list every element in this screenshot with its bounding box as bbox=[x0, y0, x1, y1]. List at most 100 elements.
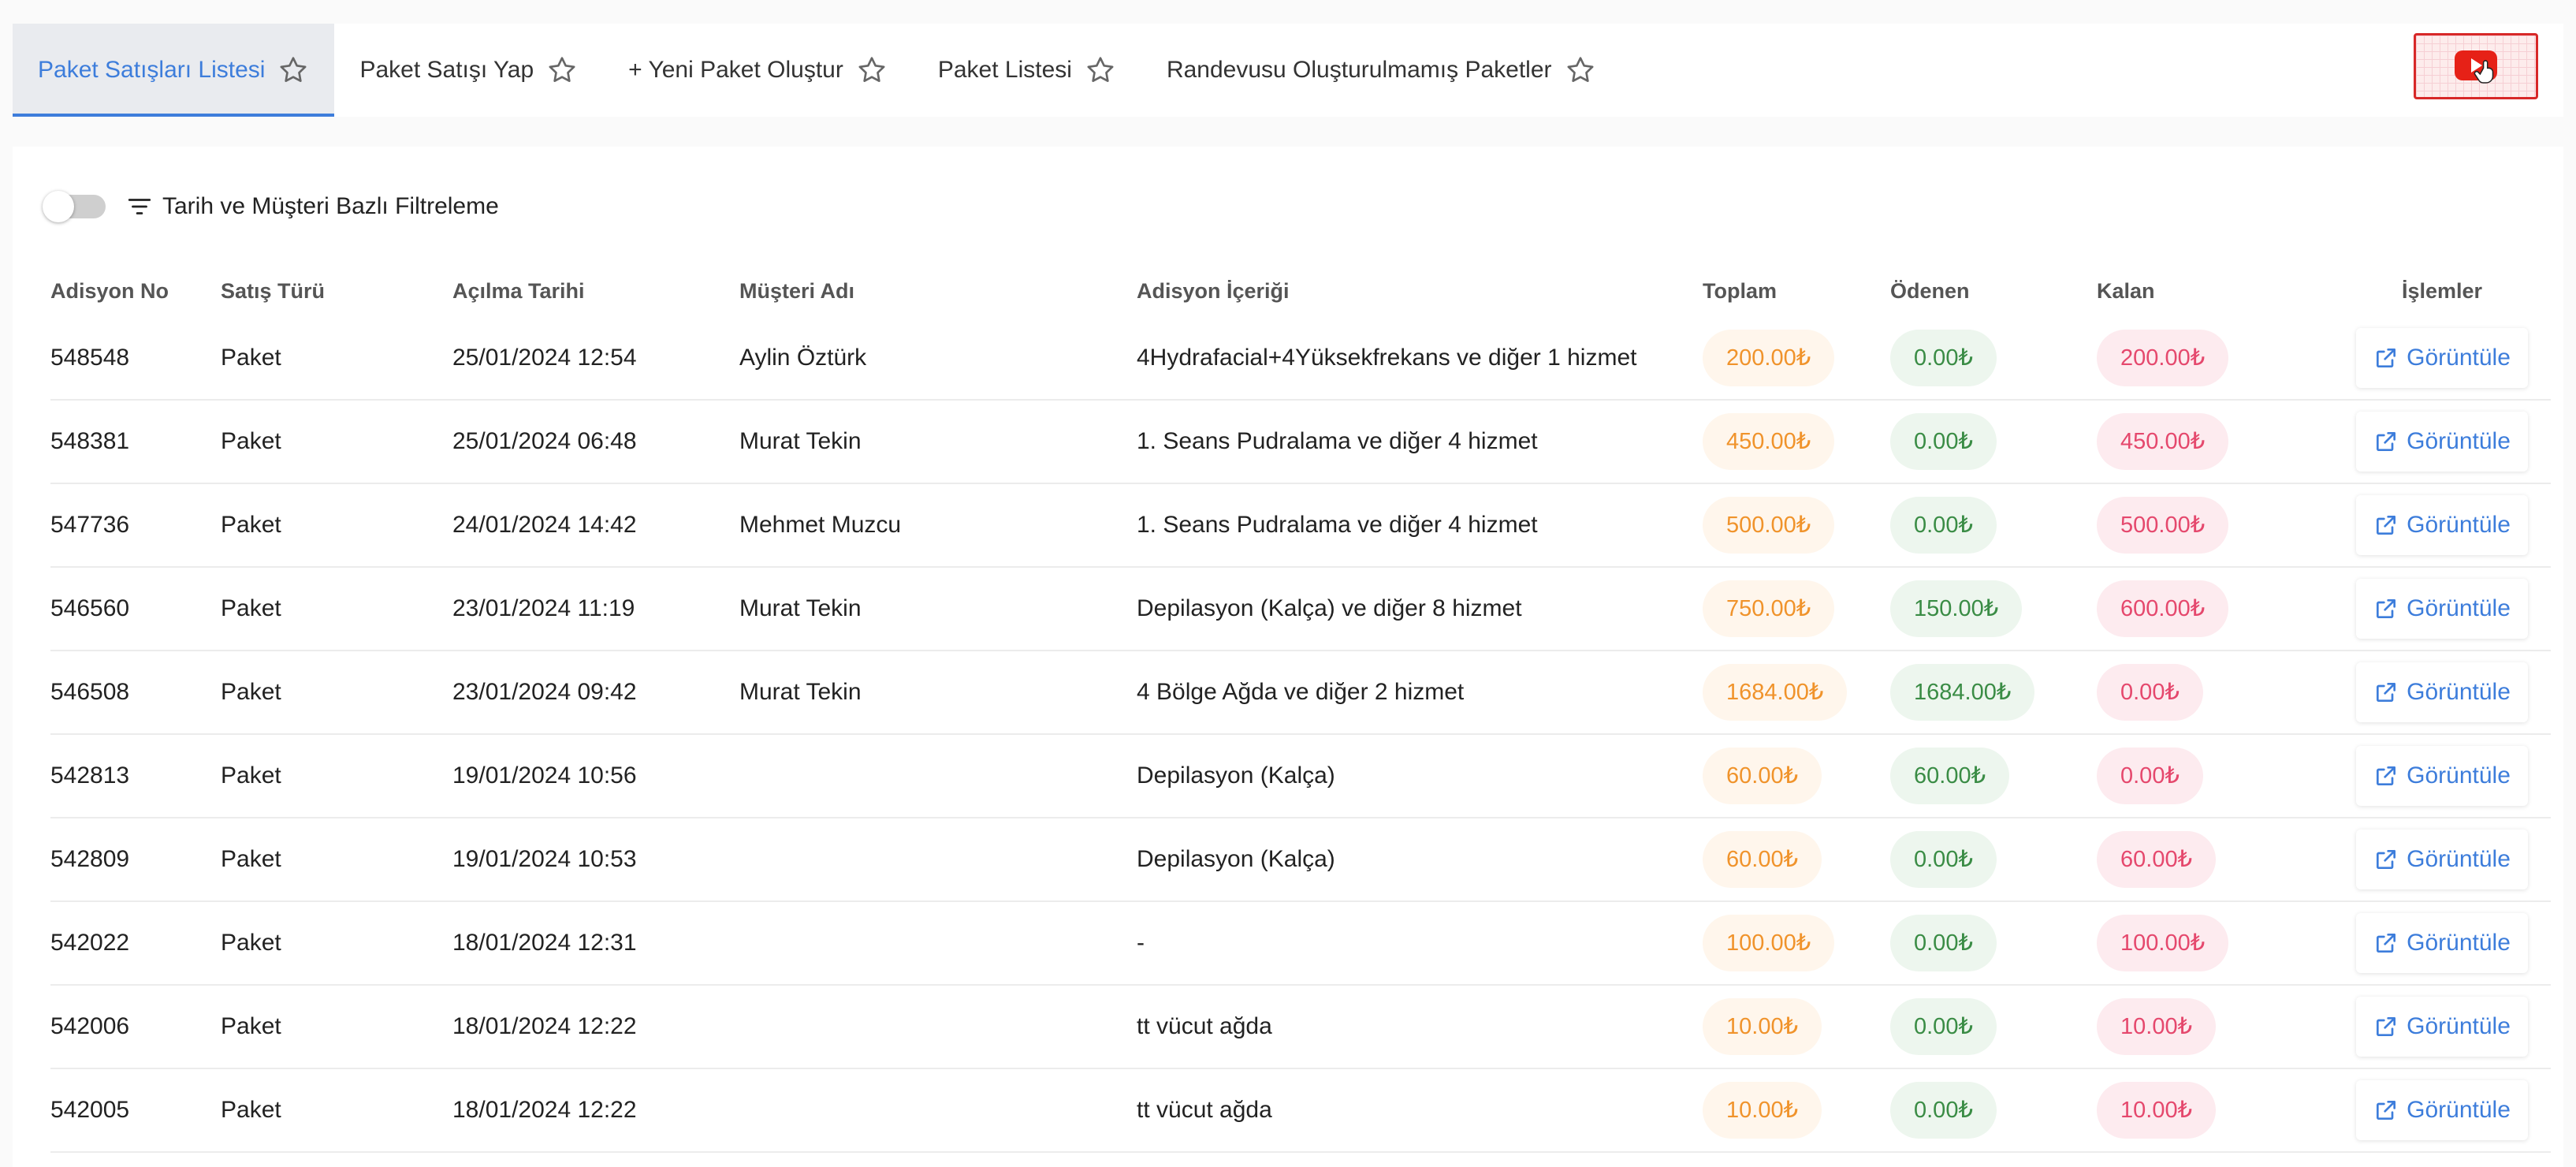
external-link-icon bbox=[2377, 766, 2396, 785]
cell-toplam: 750.00₺ bbox=[1703, 580, 1890, 637]
cell-acilma-tarihi: 25/01/2024 06:48 bbox=[452, 428, 637, 454]
star-icon[interactable] bbox=[856, 54, 888, 86]
tab-label: Paket Satışları Listesi bbox=[38, 57, 266, 83]
cell-kalan: 60.00₺ bbox=[2097, 831, 2333, 888]
cell-adisyon-no: 547736 bbox=[50, 512, 130, 538]
cell-adisyon-icerigi: tt vücut ağda bbox=[1137, 1013, 1272, 1039]
video-help-button[interactable] bbox=[2414, 33, 2538, 99]
total-badge: 60.00₺ bbox=[1703, 831, 1822, 888]
table-header: Adisyon No Satış Türü Açılma Tarihi Müşt… bbox=[50, 265, 2551, 317]
view-button[interactable]: Görüntüle bbox=[2356, 746, 2528, 806]
remaining-badge: 0.00₺ bbox=[2097, 748, 2203, 804]
tab-paket-satislari-listesi[interactable]: Paket Satışları Listesi bbox=[13, 24, 335, 117]
star-icon[interactable] bbox=[1085, 54, 1116, 86]
filter-toggle[interactable] bbox=[43, 191, 106, 222]
remaining-badge: 200.00₺ bbox=[2097, 330, 2229, 386]
header-islemler: İşlemler bbox=[2401, 278, 2483, 303]
star-icon[interactable] bbox=[277, 54, 309, 86]
tab-paket-listesi[interactable]: Paket Listesi bbox=[913, 24, 1141, 117]
cell-satis-turu: Paket bbox=[221, 595, 281, 621]
table-row[interactable]: 548548 Paket 25/01/2024 12:54 Aylin Öztü… bbox=[50, 317, 2551, 401]
star-icon[interactable] bbox=[1565, 54, 1596, 86]
paid-badge: 0.00₺ bbox=[1890, 998, 1997, 1055]
filter-icon bbox=[128, 199, 151, 214]
view-button[interactable]: Görüntüle bbox=[2356, 997, 2528, 1057]
view-button-label: Görüntüle bbox=[2407, 512, 2511, 538]
header-musteri-adi: Müşteri Adı bbox=[739, 278, 855, 303]
view-button[interactable]: Görüntüle bbox=[2356, 662, 2528, 722]
view-button[interactable]: Görüntüle bbox=[2356, 328, 2528, 388]
cell-acilma-tarihi: 18/01/2024 12:31 bbox=[452, 930, 637, 956]
cell-satis-turu: Paket bbox=[221, 1097, 281, 1123]
cell-toplam: 500.00₺ bbox=[1703, 497, 1890, 554]
cell-islemler: Görüntüle bbox=[2333, 913, 2551, 973]
filter-label: Tarih ve Müşteri Bazlı Filtreleme bbox=[162, 193, 499, 219]
view-button[interactable]: Görüntüle bbox=[2356, 412, 2528, 472]
paid-badge: 0.00₺ bbox=[1890, 1082, 1997, 1139]
table-row[interactable]: 546508 Paket 23/01/2024 09:42 Murat Teki… bbox=[50, 651, 2551, 735]
cell-islemler: Görüntüle bbox=[2333, 830, 2551, 889]
cell-kalan: 500.00₺ bbox=[2097, 497, 2333, 554]
cell-islemler: Görüntüle bbox=[2333, 412, 2551, 472]
table-row[interactable]: 547736 Paket 24/01/2024 14:42 Mehmet Muz… bbox=[50, 484, 2551, 568]
cell-kalan: 0.00₺ bbox=[2097, 664, 2333, 721]
cell-acilma-tarihi: 23/01/2024 09:42 bbox=[452, 679, 637, 705]
total-badge: 10.00₺ bbox=[1703, 1082, 1822, 1139]
cell-kalan: 0.00₺ bbox=[2097, 748, 2333, 804]
cell-odenen: 0.00₺ bbox=[1890, 497, 2097, 554]
header-odenen: Ödenen bbox=[1890, 278, 1970, 303]
view-button[interactable]: Görüntüle bbox=[2356, 579, 2528, 639]
tab-yeni-paket-olustur[interactable]: + Yeni Paket Oluştur bbox=[603, 24, 913, 117]
view-button[interactable]: Görüntüle bbox=[2356, 830, 2528, 889]
total-badge: 100.00₺ bbox=[1703, 915, 1835, 971]
total-badge: 60.00₺ bbox=[1703, 748, 1822, 804]
cell-islemler: Görüntüle bbox=[2333, 662, 2551, 722]
cell-odenen: 0.00₺ bbox=[1890, 831, 2097, 888]
star-icon[interactable] bbox=[546, 54, 578, 86]
cell-kalan: 200.00₺ bbox=[2097, 330, 2333, 386]
cell-musteri-adi: Murat Tekin bbox=[739, 679, 862, 705]
cell-odenen: 0.00₺ bbox=[1890, 330, 2097, 386]
youtube-play-icon bbox=[2455, 50, 2497, 84]
view-button[interactable]: Görüntüle bbox=[2356, 913, 2528, 973]
view-button[interactable]: Görüntüle bbox=[2356, 495, 2528, 555]
tab-paket-satisi-yap[interactable]: Paket Satışı Yap bbox=[334, 24, 603, 117]
package-sales-table: Adisyon No Satış Türü Açılma Tarihi Müşt… bbox=[50, 265, 2551, 1153]
table-row[interactable]: 542809 Paket 19/01/2024 10:53 Depilasyon… bbox=[50, 818, 2551, 902]
external-link-icon bbox=[2377, 1101, 2396, 1120]
cell-islemler: Görüntüle bbox=[2333, 746, 2551, 806]
cell-satis-turu: Paket bbox=[221, 1013, 281, 1039]
cell-acilma-tarihi: 18/01/2024 12:22 bbox=[452, 1097, 637, 1123]
filter-row: Tarih ve Müşteri Bazlı Filtreleme bbox=[43, 183, 499, 230]
cell-adisyon-no: 548381 bbox=[50, 428, 130, 454]
table-body: 548548 Paket 25/01/2024 12:54 Aylin Öztü… bbox=[50, 317, 2551, 1153]
total-badge: 500.00₺ bbox=[1703, 497, 1835, 554]
cell-odenen: 0.00₺ bbox=[1890, 1082, 2097, 1139]
cell-kalan: 10.00₺ bbox=[2097, 1082, 2333, 1139]
cell-adisyon-icerigi: 1. Seans Pudralama ve diğer 4 hizmet bbox=[1137, 512, 1538, 538]
table-row[interactable]: 542022 Paket 18/01/2024 12:31 - 100.00₺ … bbox=[50, 902, 2551, 986]
tab-randevusu-olusturulmamis-paketler[interactable]: Randevusu Oluşturulmamış Paketler bbox=[1141, 24, 1621, 117]
table-row[interactable]: 542006 Paket 18/01/2024 12:22 tt vücut a… bbox=[50, 986, 2551, 1069]
view-button-label: Görüntüle bbox=[2407, 1013, 2511, 1039]
table-row[interactable]: 546560 Paket 23/01/2024 11:19 Murat Teki… bbox=[50, 568, 2551, 651]
cell-adisyon-no: 542809 bbox=[50, 846, 130, 872]
cell-islemler: Görüntüle bbox=[2333, 328, 2551, 388]
cell-odenen: 1684.00₺ bbox=[1890, 664, 2097, 721]
paid-badge: 1684.00₺ bbox=[1890, 664, 2035, 721]
cell-islemler: Görüntüle bbox=[2333, 579, 2551, 639]
header-satis-turu: Satış Türü bbox=[221, 278, 326, 303]
cell-satis-turu: Paket bbox=[221, 930, 281, 956]
paid-badge: 150.00₺ bbox=[1890, 580, 2023, 637]
table-row[interactable]: 548381 Paket 25/01/2024 06:48 Murat Teki… bbox=[50, 401, 2551, 484]
external-link-icon bbox=[2377, 349, 2396, 367]
cell-adisyon-no: 542005 bbox=[50, 1097, 130, 1123]
table-row[interactable]: 542005 Paket 18/01/2024 12:22 tt vücut a… bbox=[50, 1069, 2551, 1153]
remaining-badge: 0.00₺ bbox=[2097, 664, 2203, 721]
cell-adisyon-icerigi: 1. Seans Pudralama ve diğer 4 hizmet bbox=[1137, 428, 1538, 454]
table-row[interactable]: 542813 Paket 19/01/2024 10:56 Depilasyon… bbox=[50, 735, 2551, 818]
view-button[interactable]: Görüntüle bbox=[2356, 1080, 2528, 1140]
cell-toplam: 10.00₺ bbox=[1703, 998, 1890, 1055]
view-button-label: Görüntüle bbox=[2407, 930, 2511, 956]
view-button-label: Görüntüle bbox=[2407, 679, 2511, 705]
